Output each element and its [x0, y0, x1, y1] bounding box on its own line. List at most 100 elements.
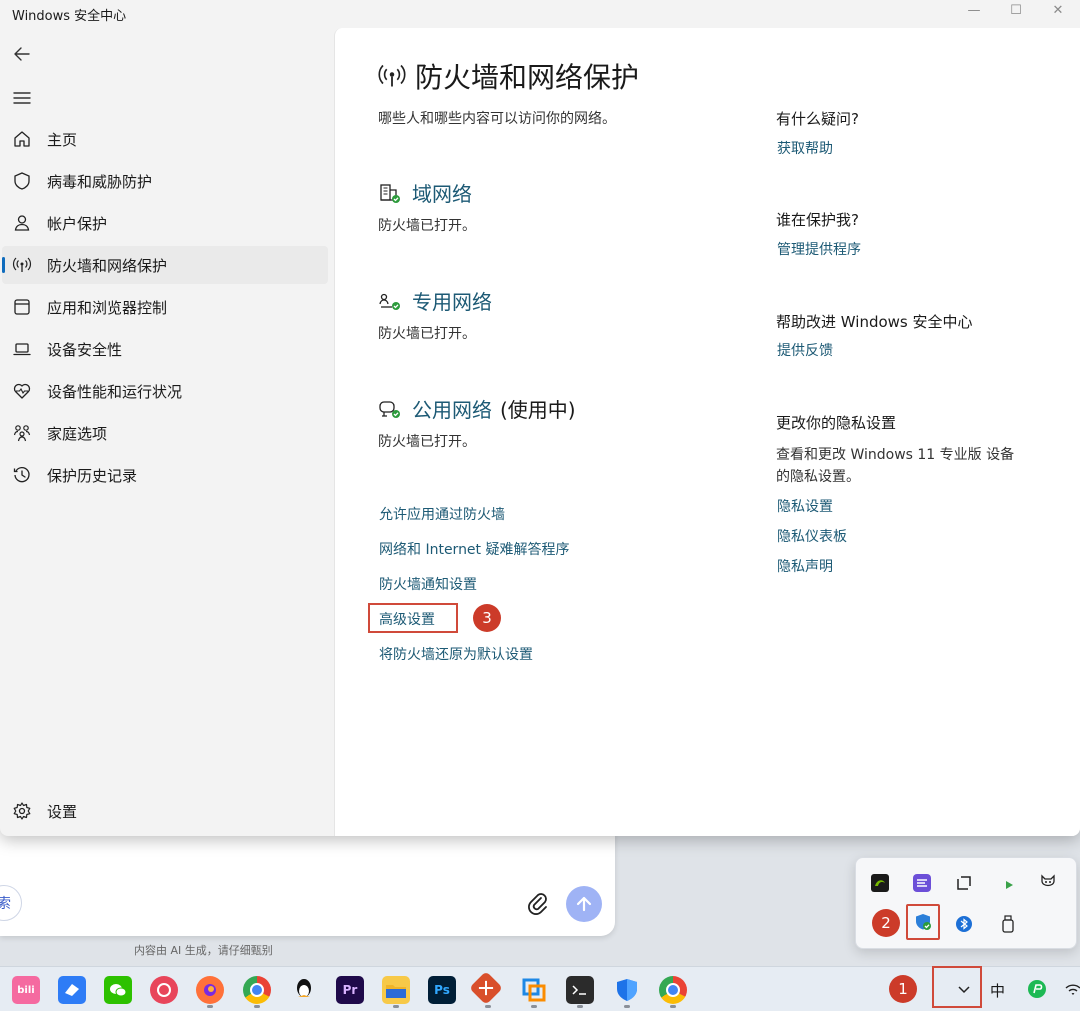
person-icon [12, 213, 32, 233]
privacy-statement-link[interactable]: 隐私声明 [777, 556, 833, 576]
running-indicator [624, 1005, 630, 1008]
running-indicator [670, 1005, 676, 1008]
ime-indicator[interactable]: 中 [990, 980, 1005, 1001]
bilibili-icon[interactable]: bili [12, 976, 40, 1004]
sidebar-item-label: 防火墙和网络保护 [47, 256, 168, 275]
manage-providers-link[interactable]: 管理提供程序 [777, 239, 861, 259]
sidebar-item-label: 保护历史记录 [47, 466, 138, 485]
chat-window [0, 820, 615, 936]
step-badge-2: 2 [872, 909, 900, 937]
history-icon [12, 465, 32, 485]
defender-icon[interactable] [613, 976, 641, 1004]
sidebar-item-family-options[interactable]: 家庭选项 [2, 414, 328, 452]
network-status: 防火墙已打开。 [378, 326, 476, 342]
running-indicator [254, 1005, 260, 1008]
chevron-down-icon[interactable] [953, 978, 975, 1000]
domain-network-link[interactable]: 域网络 [412, 178, 472, 207]
in-use-label: (使用中) [500, 398, 576, 422]
public-network-link[interactable]: 公用网络 [412, 394, 492, 423]
maximize-button[interactable]: ☐ [996, 0, 1036, 20]
sidebar-item-label: 应用和浏览器控制 [47, 298, 168, 317]
gear-icon [12, 801, 32, 821]
running-indicator [485, 1005, 491, 1008]
running-indicator [207, 1005, 213, 1008]
public-network-icon [378, 397, 402, 421]
sidebar-item-device-performance[interactable]: 设备性能和运行状况 [2, 372, 328, 410]
hamburger-menu-icon[interactable] [10, 86, 34, 110]
back-arrow-icon[interactable] [10, 42, 34, 66]
page-title-text: 防火墙和网络保护 [415, 61, 640, 94]
antenna-icon [12, 255, 32, 275]
shield-icon [12, 171, 32, 191]
allow-app-through-firewall-link[interactable]: 允许应用通过防火墙 [379, 504, 505, 524]
give-feedback-link[interactable]: 提供反馈 [777, 340, 833, 360]
close-button[interactable]: ✕ [1038, 0, 1078, 20]
main-content: 防火墙和网络保护 哪些人和哪些内容可以访问你的网络。 域网络 防火墙已打开。 专… [334, 28, 1080, 836]
sidebar-item-firewall[interactable]: 防火墙和网络保护 [2, 246, 328, 284]
privacy-dashboard-link[interactable]: 隐私仪表板 [777, 526, 847, 546]
improve-heading: 帮助改进 Windows 安全中心 [776, 313, 973, 331]
security-shield-icon[interactable] [912, 911, 934, 933]
feishu-icon[interactable] [58, 976, 86, 1004]
domain-network-section: 域网络 防火墙已打开。 [378, 178, 476, 235]
wifi-icon[interactable] [1062, 978, 1080, 1000]
sidebar-item-label: 病毒和威胁防护 [47, 172, 153, 191]
sidebar-item-device-security[interactable]: 设备安全性 [2, 330, 328, 368]
family-icon [12, 423, 32, 443]
photoshop-icon[interactable]: Ps [428, 976, 456, 1004]
private-network-link[interactable]: 专用网络 [412, 286, 492, 315]
firefox-icon[interactable] [196, 976, 224, 1004]
chrome-icon[interactable] [243, 976, 271, 1004]
nvidia-icon[interactable] [869, 872, 891, 894]
wechat-icon[interactable] [104, 976, 132, 1004]
page-subtitle: 哪些人和哪些内容可以访问你的网络。 [378, 111, 616, 127]
sidebar-item-home[interactable]: 主页 [2, 120, 328, 158]
sidebar-item-label: 设备性能和运行状况 [47, 382, 183, 401]
private-network-section: 专用网络 防火墙已打开。 [378, 286, 492, 343]
terminal-icon[interactable] [566, 976, 594, 1004]
sidebar-item-account-protection[interactable]: 帐户保护 [2, 204, 328, 242]
minimize-button[interactable]: — [954, 0, 994, 20]
sidebar-item-protection-history[interactable]: 保护历史记录 [2, 456, 328, 494]
firewall-notification-settings-link[interactable]: 防火墙通知设置 [379, 574, 477, 594]
running-indicator [393, 1005, 399, 1008]
green-app-icon[interactable] [1026, 978, 1048, 1000]
play-icon[interactable] [998, 874, 1020, 896]
private-network-icon [378, 289, 402, 313]
laptop-icon [12, 339, 32, 359]
send-button[interactable] [566, 886, 602, 922]
window-title: Windows 安全中心 [12, 9, 127, 24]
step-badge-3: 3 [473, 604, 501, 632]
get-help-link[interactable]: 获取帮助 [777, 138, 833, 158]
vm-icon[interactable] [520, 976, 548, 1004]
network-troubleshooter-link[interactable]: 网络和 Internet 疑难解答程序 [379, 539, 570, 559]
sidebar-item-app-browser-control[interactable]: 应用和浏览器控制 [2, 288, 328, 326]
cat-icon[interactable] [1037, 872, 1059, 894]
network-status: 防火墙已打开。 [378, 434, 476, 450]
folder-icon[interactable] [382, 976, 410, 1004]
usb-drive-icon[interactable] [997, 913, 1019, 935]
privacy-description: 查看和更改 Windows 11 专业版 设备的隐私设置。 [776, 447, 1015, 485]
advanced-settings-link[interactable]: 高级设置 [379, 609, 435, 629]
crop-icon[interactable] [953, 872, 975, 894]
sidebar-item-settings[interactable]: 设置 [2, 792, 328, 830]
public-network-section: 公用网络 (使用中) 防火墙已打开。 [378, 394, 576, 451]
privacy-heading: 更改你的隐私设置 [776, 414, 897, 432]
sidebar-item-label: 主页 [47, 130, 78, 149]
restore-firewall-defaults-link[interactable]: 将防火墙还原为默认设置 [379, 644, 533, 664]
premiere-icon[interactable]: Pr [336, 976, 364, 1004]
antenna-icon [377, 61, 407, 91]
netease-music-icon[interactable] [150, 976, 178, 1004]
sidebar-item-virus-protection[interactable]: 病毒和威胁防护 [2, 162, 328, 200]
privacy-settings-link[interactable]: 隐私设置 [777, 496, 833, 516]
bluetooth-icon[interactable] [953, 913, 975, 935]
network-status: 防火墙已打开。 [378, 218, 476, 234]
sidebar-item-label: 设备安全性 [47, 340, 123, 359]
sidebar-item-label: 设置 [47, 802, 78, 821]
arrow-up-icon [576, 896, 592, 912]
attach-icon[interactable] [524, 890, 552, 918]
qq-icon[interactable] [290, 976, 318, 1004]
app-purple-icon[interactable] [911, 872, 933, 894]
ai-disclaimer: 内容由 AI 生成，请仔细甄别 [134, 944, 273, 957]
chrome-icon[interactable] [659, 976, 687, 1004]
